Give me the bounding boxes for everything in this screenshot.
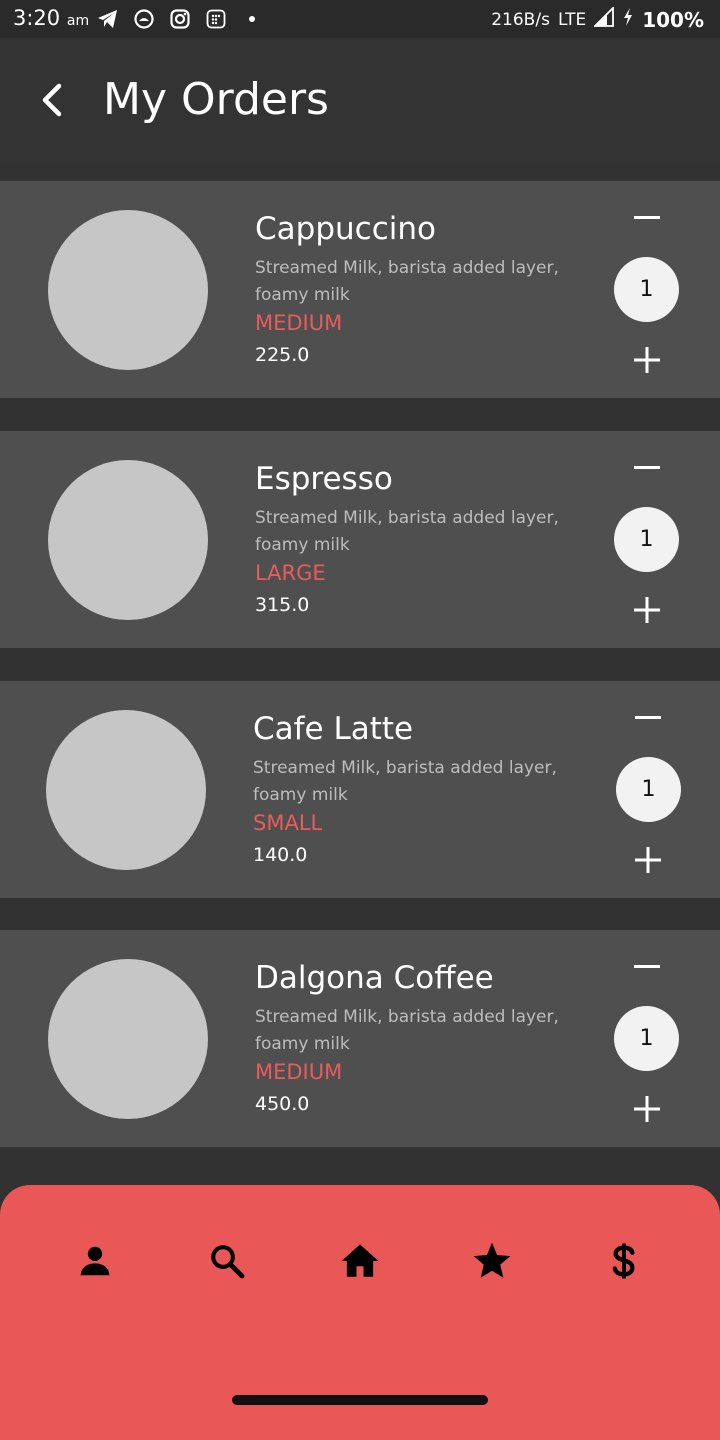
minus-icon — [634, 216, 660, 219]
telegram-icon — [96, 7, 120, 31]
decrease-quantity-button[interactable] — [629, 703, 667, 733]
minus-icon — [635, 716, 661, 719]
nav-favorites[interactable] — [468, 1237, 516, 1285]
decrease-quantity-button[interactable] — [628, 453, 666, 483]
product-size: MEDIUM — [255, 311, 343, 335]
back-button[interactable] — [32, 80, 72, 120]
net-speed: 216B/s — [491, 9, 550, 30]
status-notification-icons — [96, 7, 264, 31]
product-description: Streamed Milk, barista added layer, foam… — [255, 1007, 559, 1054]
product-price: 140.0 — [253, 844, 308, 866]
decrease-quantity-button[interactable] — [628, 952, 666, 982]
person-icon — [80, 1246, 110, 1276]
chat-icon — [132, 7, 156, 31]
app-icon — [204, 7, 228, 31]
battery-percent: 100% — [642, 7, 704, 32]
charging-icon — [622, 7, 634, 32]
nav-home[interactable] — [336, 1237, 384, 1285]
star-icon — [473, 1242, 511, 1278]
nav-profile[interactable] — [71, 1237, 119, 1285]
plus-icon — [634, 1096, 660, 1122]
product-image — [48, 210, 208, 370]
product-price: 225.0 — [255, 344, 310, 366]
product-size: SMALL — [253, 811, 323, 835]
status-bar: 3:20 am 216B/s LTE 100% — [0, 0, 720, 38]
search-icon — [211, 1245, 245, 1279]
increase-quantity-button[interactable] — [628, 591, 666, 629]
product-price: 315.0 — [255, 594, 310, 616]
product-description: Streamed Milk, barista added layer, foam… — [253, 758, 557, 805]
order-card: Espresso Streamed Milk, barista added la… — [0, 431, 720, 648]
quantity-value: 1 — [614, 1006, 679, 1071]
chevron-left-icon — [42, 83, 62, 117]
order-card: Cappuccino Streamed Milk, barista added … — [0, 181, 720, 398]
increase-quantity-button[interactable] — [629, 841, 667, 879]
quantity-value: 1 — [614, 257, 679, 322]
decrease-quantity-button[interactable] — [628, 203, 666, 233]
minus-icon — [634, 466, 660, 469]
increase-quantity-button[interactable] — [628, 1090, 666, 1128]
status-time-value: 3:20 — [13, 6, 61, 30]
plus-icon — [634, 347, 660, 373]
app-bar: My Orders — [0, 38, 720, 166]
status-time: 3:20 am — [13, 6, 89, 30]
network-type: LTE — [557, 9, 587, 30]
product-image — [46, 710, 206, 870]
status-system: 216B/s LTE 100% — [491, 5, 704, 32]
product-description: Streamed Milk, barista added layer, foam… — [255, 508, 559, 555]
home-icon — [341, 1244, 379, 1277]
product-size: MEDIUM — [255, 1060, 343, 1084]
signal-icon — [593, 5, 615, 32]
product-description: Streamed Milk, barista added layer, foam… — [255, 258, 559, 305]
product-image — [48, 959, 208, 1119]
order-card: Cafe Latte Streamed Milk, barista added … — [0, 681, 720, 898]
plus-icon — [634, 597, 660, 623]
product-image — [48, 460, 208, 620]
product-name: Cappuccino — [255, 211, 436, 247]
nav-payments[interactable] — [600, 1237, 648, 1285]
home-indicator[interactable] — [232, 1395, 488, 1405]
bottom-navigation — [0, 1185, 720, 1440]
minus-icon — [634, 965, 660, 968]
status-time-ampm: am — [66, 13, 90, 29]
quantity-value: 1 — [614, 507, 679, 572]
product-size: LARGE — [255, 561, 326, 585]
quantity-value: 1 — [616, 757, 681, 822]
dollar-icon — [612, 1243, 635, 1279]
instagram-icon — [168, 7, 192, 31]
page-title: My Orders — [103, 74, 329, 125]
product-name: Cafe Latte — [253, 711, 414, 747]
dot-icon — [240, 7, 264, 31]
product-price: 450.0 — [255, 1093, 310, 1115]
product-name: Espresso — [255, 461, 393, 497]
plus-icon — [635, 847, 661, 873]
nav-search[interactable] — [203, 1237, 251, 1285]
order-card: Dalgona Coffee Streamed Milk, barista ad… — [0, 930, 720, 1147]
increase-quantity-button[interactable] — [628, 341, 666, 379]
product-name: Dalgona Coffee — [255, 960, 494, 996]
